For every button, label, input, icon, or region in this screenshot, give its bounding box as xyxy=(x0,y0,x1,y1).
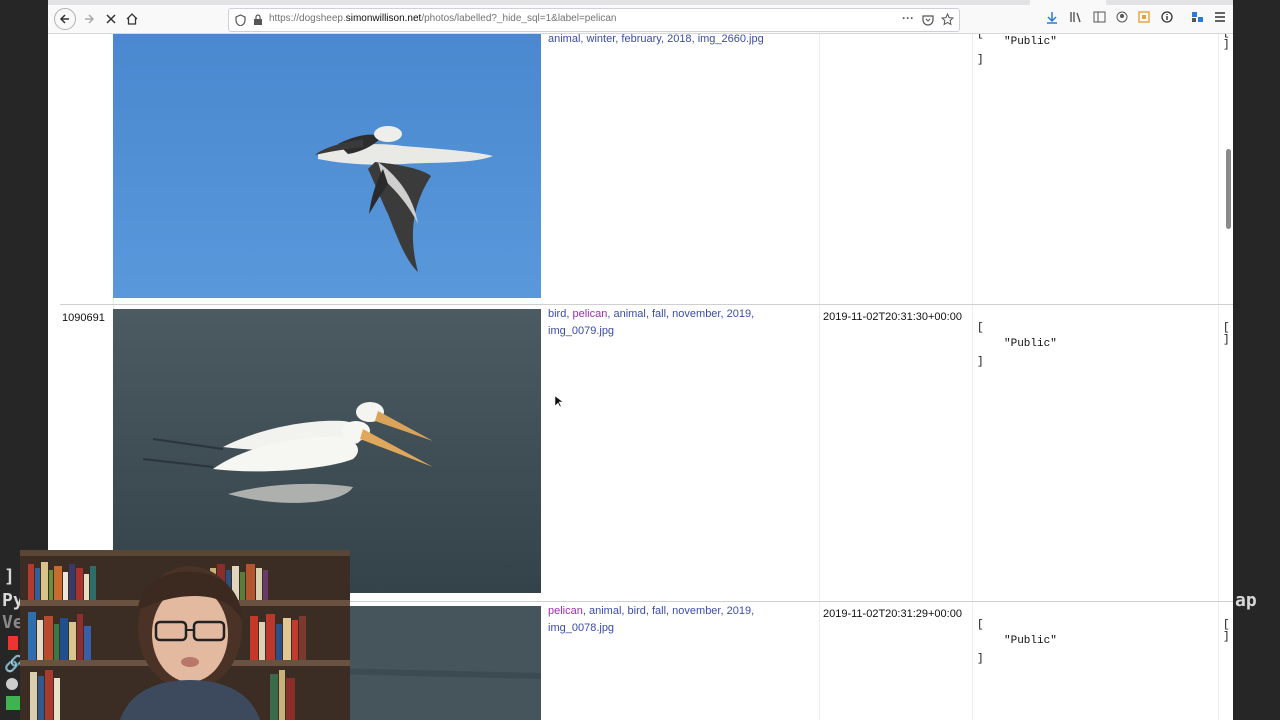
label-link[interactable]: 2018 xyxy=(667,34,691,45)
label-link[interactable]: img_0078.jpg xyxy=(548,622,614,634)
vertical-scrollbar[interactable] xyxy=(1226,149,1231,229)
addons-icon[interactable] xyxy=(1191,11,1204,23)
json-value: "Public" xyxy=(1004,36,1057,48)
label-link[interactable]: fall xyxy=(652,605,666,617)
info-icon[interactable] xyxy=(1161,11,1173,23)
date-cell: 2019-11-02T20:31:29+00:00 xyxy=(823,608,962,620)
json-close-bracket: ] xyxy=(977,356,984,368)
label-link[interactable]: animal xyxy=(613,308,645,320)
last-column-value: [ ] xyxy=(1223,34,1230,51)
label-link[interactable]: november xyxy=(672,308,720,320)
photo-flying-pelican[interactable] xyxy=(113,34,541,298)
label-link[interactable]: img_0079.jpg xyxy=(548,325,614,337)
row-id: 1090691 xyxy=(62,312,105,324)
forward-button[interactable] xyxy=(78,8,100,30)
url-path: /photos/labelled?_hide_sql=1&label=pelic… xyxy=(421,13,617,24)
back-icon xyxy=(59,14,69,24)
table-row: animal, winter, february, 2018, img_2660… xyxy=(60,34,1233,304)
circle-icon xyxy=(6,678,18,690)
label-link[interactable]: winter xyxy=(587,34,616,45)
back-button[interactable] xyxy=(54,8,76,30)
sidebar-icon[interactable] xyxy=(1093,11,1106,23)
pocket-icon[interactable] xyxy=(922,14,934,26)
labels-cell: pelican, animal, bird, fall, november, 2… xyxy=(548,605,755,634)
library-icon[interactable] xyxy=(1070,11,1083,23)
json-open-bracket: [ xyxy=(977,34,984,40)
url-host: simonwillison.net xyxy=(345,13,422,24)
terminal-right-edge: ap xyxy=(1233,0,1280,720)
check-icon xyxy=(6,696,20,710)
label-link[interactable]: 2019 xyxy=(727,308,751,320)
extension-icon[interactable] xyxy=(1138,11,1150,23)
download-icon[interactable] xyxy=(1046,11,1058,24)
terminal-text-right: ap xyxy=(1235,590,1257,611)
url-text[interactable]: https://dogsheep.simonwillison.net/photo… xyxy=(269,13,616,24)
presenter-video xyxy=(20,550,350,720)
mouse-cursor-icon xyxy=(555,396,563,408)
account-icon[interactable] xyxy=(1116,11,1128,23)
label-link[interactable]: february xyxy=(621,34,661,45)
stop-button[interactable] xyxy=(100,8,122,30)
json-close-bracket: ] xyxy=(977,653,984,665)
json-value: "Public" xyxy=(1004,338,1057,350)
label-link[interactable]: animal xyxy=(548,34,580,45)
label-link[interactable]: bird xyxy=(628,605,646,617)
star-icon[interactable] xyxy=(941,13,954,26)
json-value: "Public" xyxy=(1004,635,1057,647)
labels-cell: bird, pelican, animal, fall, november, 2… xyxy=(548,308,755,337)
label-link[interactable]: november xyxy=(672,605,720,617)
terminal-line: ] xyxy=(4,566,15,587)
last-column-value: [ ] xyxy=(1223,619,1230,643)
url-bar[interactable]: https://dogsheep.simonwillison.net/photo… xyxy=(228,8,960,32)
more-icon[interactable]: ··· xyxy=(902,11,914,25)
alert-icon xyxy=(8,636,18,650)
labels-cell: animal, winter, february, 2018, img_2660… xyxy=(548,34,764,45)
label-link[interactable]: 2019 xyxy=(727,605,751,617)
url-prefix: https://dogsheep. xyxy=(269,13,346,24)
home-button[interactable] xyxy=(121,8,143,30)
json-open-bracket: [ xyxy=(977,322,984,334)
label-link[interactable]: img_2660.jpg xyxy=(698,34,764,45)
label-link-active[interactable]: pelican xyxy=(572,308,607,320)
lock-icon[interactable] xyxy=(253,14,263,26)
home-icon xyxy=(126,13,138,25)
shield-icon[interactable] xyxy=(235,14,246,26)
menu-icon[interactable] xyxy=(1214,11,1226,23)
label-link[interactable]: fall xyxy=(652,308,666,320)
last-column-value: [ ] xyxy=(1223,322,1230,346)
label-link-active[interactable]: pelican xyxy=(548,605,583,617)
stop-icon xyxy=(106,14,116,24)
forward-icon xyxy=(85,14,95,24)
webcam-overlay xyxy=(20,550,350,720)
label-link[interactable]: bird xyxy=(548,308,566,320)
json-open-bracket: [ xyxy=(977,619,984,631)
navigation-toolbar: https://dogsheep.simonwillison.net/photo… xyxy=(48,5,1233,34)
pelican-image xyxy=(113,34,541,298)
label-link[interactable]: animal xyxy=(589,605,621,617)
date-cell: 2019-11-02T20:31:30+00:00 xyxy=(823,311,962,323)
json-close-bracket: ] xyxy=(977,54,984,66)
